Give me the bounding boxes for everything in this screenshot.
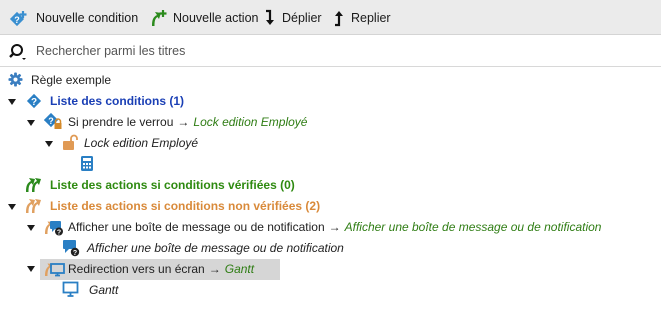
actions-false-toggle[interactable] — [8, 204, 16, 210]
action-redirect-arrow: → — [208, 262, 221, 276]
expand-label: Déplier — [282, 10, 322, 25]
expand-button[interactable]: Déplier — [263, 0, 322, 35]
lock-item[interactable]: Lock edition Employé — [84, 133, 198, 153]
gear-icon — [8, 72, 23, 87]
new-action-button[interactable]: Nouvelle action — [146, 0, 258, 35]
collapse-button[interactable]: Replier — [332, 0, 391, 35]
rule-tree: Règle exemple ? Liste des conditions (1)… — [0, 67, 661, 315]
action-message-arrow: → — [328, 220, 341, 234]
svg-text:?: ? — [57, 230, 61, 237]
new-action-icon — [152, 9, 167, 26]
svg-text:?: ? — [31, 97, 37, 108]
action-redirect-label: Redirection vers un écran — [68, 262, 205, 276]
monitor-icon — [62, 281, 79, 297]
action-message-target: Afficher une boîte de message ou de noti… — [344, 220, 602, 234]
actions-true-header[interactable]: Liste des actions si conditions vérifiée… — [50, 175, 295, 195]
actions-true-header-label: Liste des actions si conditions vérifiée… — [50, 178, 295, 192]
new-condition-button[interactable]: ? Nouvelle condition — [9, 0, 138, 35]
gantt-item-label: Gantt — [89, 283, 119, 297]
expand-arrow-icon — [266, 9, 274, 25]
tree-root-label: Règle exemple — [31, 73, 112, 87]
search-icon[interactable] — [9, 43, 29, 61]
new-condition-label: Nouvelle condition — [36, 10, 139, 25]
condition-item-target: Lock edition Employé — [193, 115, 308, 129]
conditions-toggle[interactable] — [8, 99, 16, 105]
tree-root[interactable]: Règle exemple — [31, 70, 111, 90]
actions-false-header[interactable]: Liste des actions si conditions non véri… — [50, 196, 320, 216]
conditions-header[interactable]: Liste des conditions (1) — [50, 91, 184, 111]
action-message-label: Afficher une boîte de message ou de noti… — [68, 220, 325, 234]
message-item-label: Afficher une boîte de message ou de noti… — [87, 241, 344, 255]
condition-item-toggle[interactable] — [27, 120, 35, 126]
condition-item-arrow: → — [177, 115, 190, 129]
svg-text:?: ? — [14, 15, 20, 25]
condition-list-icon: ? — [26, 93, 42, 109]
action-redirect-icon — [45, 263, 65, 277]
action-message-icon: ? — [45, 221, 63, 237]
new-condition-icon: ? — [9, 10, 27, 26]
actions-false-icon — [26, 199, 41, 213]
message-box-icon: ? — [63, 240, 80, 257]
condition-item-label: Si prendre le verrou — [68, 115, 174, 129]
conditions-header-label: Liste des conditions (1) — [50, 94, 185, 108]
search-input[interactable] — [36, 41, 646, 61]
svg-text:?: ? — [48, 116, 54, 126]
condition-item[interactable]: Si prendre le verrou → Lock edition Empl… — [68, 112, 307, 132]
search-bar — [0, 35, 661, 67]
new-action-label: Nouvelle action — [173, 10, 259, 25]
action-message-toggle[interactable] — [27, 225, 35, 231]
collapse-arrow-icon — [335, 10, 343, 26]
action-redirect-toggle[interactable] — [27, 266, 35, 272]
action-message[interactable]: Afficher une boîte de message ou de noti… — [68, 217, 601, 237]
svg-text:?: ? — [73, 250, 77, 257]
message-item[interactable]: Afficher une boîte de message ou de noti… — [87, 238, 344, 258]
actions-false-header-label: Liste des actions si conditions non véri… — [50, 199, 321, 213]
actions-true-icon — [26, 178, 41, 192]
action-redirect[interactable]: Redirection vers un écran → Gantt — [68, 259, 254, 279]
lock-item-toggle[interactable] — [45, 141, 53, 147]
calculator-icon[interactable] — [80, 155, 94, 172]
unlock-icon — [63, 134, 78, 150]
condition-lock-icon: ? — [44, 113, 62, 129]
action-redirect-target: Gantt — [224, 262, 255, 276]
collapse-label: Replier — [351, 10, 391, 25]
toolbar: ? Nouvelle condition Nouvelle action Dép… — [0, 0, 661, 35]
lock-item-label: Lock edition Employé — [84, 136, 199, 150]
gantt-item[interactable]: Gantt — [89, 280, 118, 300]
